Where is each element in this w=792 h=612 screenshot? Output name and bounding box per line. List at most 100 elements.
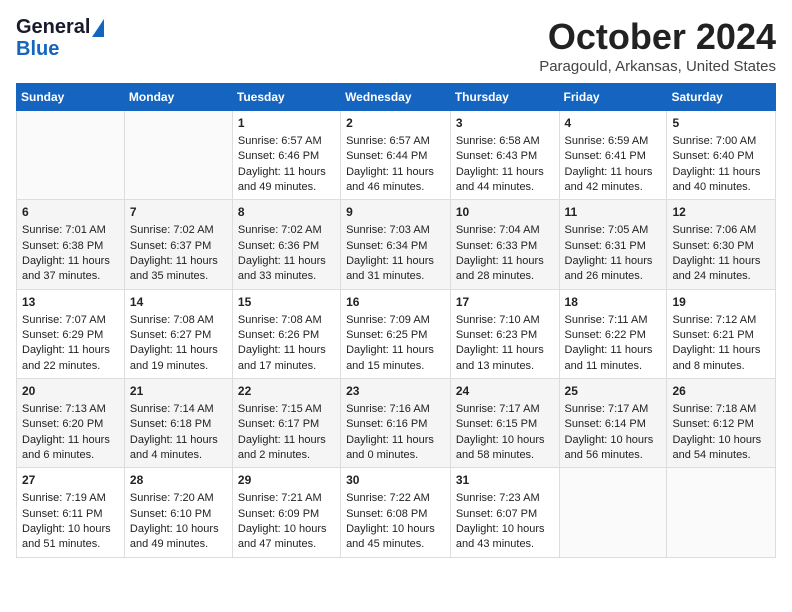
header-saturday: Saturday	[667, 84, 776, 111]
day-info: Sunset: 6:44 PM	[346, 149, 445, 164]
day-info: Sunrise: 7:11 AM	[565, 313, 662, 328]
day-info: Sunset: 6:30 PM	[672, 239, 770, 254]
day-number: 28	[130, 472, 227, 489]
calendar-cell: 18Sunrise: 7:11 AMSunset: 6:22 PMDayligh…	[559, 289, 667, 378]
day-info: Daylight: 11 hours and 49 minutes.	[238, 165, 335, 196]
day-info: Daylight: 11 hours and 37 minutes.	[22, 254, 119, 285]
calendar-cell: 13Sunrise: 7:07 AMSunset: 6:29 PMDayligh…	[17, 289, 125, 378]
calendar-week-row: 1Sunrise: 6:57 AMSunset: 6:46 PMDaylight…	[17, 111, 776, 200]
day-info: Sunrise: 7:05 AM	[565, 223, 662, 238]
day-info: Daylight: 10 hours and 49 minutes.	[130, 522, 227, 553]
calendar-cell: 14Sunrise: 7:08 AMSunset: 6:27 PMDayligh…	[124, 289, 232, 378]
day-info: Sunrise: 7:23 AM	[456, 491, 554, 506]
day-number: 26	[672, 383, 770, 400]
calendar-header-row: SundayMondayTuesdayWednesdayThursdayFrid…	[17, 84, 776, 111]
day-info: Sunset: 6:20 PM	[22, 417, 119, 432]
day-info: Sunrise: 6:58 AM	[456, 134, 554, 149]
day-info: Sunrise: 7:12 AM	[672, 313, 770, 328]
page-header: General Blue October 2024 Paragould, Ark…	[16, 16, 776, 75]
calendar-cell: 7Sunrise: 7:02 AMSunset: 6:37 PMDaylight…	[124, 200, 232, 289]
day-info: Daylight: 11 hours and 33 minutes.	[238, 254, 335, 285]
day-info: Daylight: 11 hours and 24 minutes.	[672, 254, 770, 285]
day-number: 23	[346, 383, 445, 400]
day-number: 8	[238, 204, 335, 221]
day-info: Sunset: 6:33 PM	[456, 239, 554, 254]
month-title: October 2024	[539, 16, 776, 58]
day-info: Sunset: 6:17 PM	[238, 417, 335, 432]
day-info: Daylight: 11 hours and 13 minutes.	[456, 343, 554, 374]
day-number: 2	[346, 115, 445, 132]
day-info: Daylight: 11 hours and 17 minutes.	[238, 343, 335, 374]
day-number: 30	[346, 472, 445, 489]
day-info: Daylight: 10 hours and 58 minutes.	[456, 433, 554, 464]
day-info: Sunrise: 7:21 AM	[238, 491, 335, 506]
calendar-cell: 31Sunrise: 7:23 AMSunset: 6:07 PMDayligh…	[450, 468, 559, 557]
calendar-cell: 2 Sunrise: 6:57 AMSunset: 6:44 PMDaylight…	[341, 111, 451, 200]
calendar-week-row: 6Sunrise: 7:01 AMSunset: 6:38 PMDaylight…	[17, 200, 776, 289]
day-number: 9	[346, 204, 445, 221]
calendar-cell: 28Sunrise: 7:20 AMSunset: 6:10 PMDayligh…	[124, 468, 232, 557]
day-info: Sunrise: 7:18 AM	[672, 402, 770, 417]
day-info: Sunset: 6:36 PM	[238, 239, 335, 254]
title-section: October 2024 Paragould, Arkansas, United…	[539, 16, 776, 75]
day-info: Sunset: 6:16 PM	[346, 417, 445, 432]
day-info: Sunrise: 7:10 AM	[456, 313, 554, 328]
day-info: Sunrise: 7:17 AM	[565, 402, 662, 417]
day-info: Daylight: 10 hours and 56 minutes.	[565, 433, 662, 464]
day-info: Daylight: 11 hours and 46 minutes.	[346, 165, 445, 196]
day-number: 10	[456, 204, 554, 221]
day-info: Sunrise: 7:03 AM	[346, 223, 445, 238]
calendar-cell: 4Sunrise: 6:59 AMSunset: 6:41 PMDaylight…	[559, 111, 667, 200]
day-info: Sunrise: 7:09 AM	[346, 313, 445, 328]
day-info: Sunset: 6:15 PM	[456, 417, 554, 432]
day-number: 19	[672, 294, 770, 311]
day-info: Sunset: 6:26 PM	[238, 328, 335, 343]
day-info: Daylight: 11 hours and 35 minutes.	[130, 254, 227, 285]
day-number: 7	[130, 204, 227, 221]
day-number: 27	[22, 472, 119, 489]
day-info: Daylight: 10 hours and 43 minutes.	[456, 522, 554, 553]
day-info: Sunrise: 7:00 AM	[672, 134, 770, 149]
calendar-table: SundayMondayTuesdayWednesdayThursdayFrid…	[16, 83, 776, 558]
day-info: Sunset: 6:08 PM	[346, 507, 445, 522]
day-info: Daylight: 11 hours and 42 minutes.	[565, 165, 662, 196]
day-info: Sunset: 6:12 PM	[672, 417, 770, 432]
calendar-cell: 15 Sunrise: 7:08 AMSunset: 6:26 PMDayligh…	[232, 289, 340, 378]
day-info: Sunset: 6:14 PM	[565, 417, 662, 432]
day-info: Daylight: 11 hours and 6 minutes.	[22, 433, 119, 464]
day-info: Sunrise: 7:17 AM	[456, 402, 554, 417]
day-number: 14	[130, 294, 227, 311]
day-info: Sunset: 6:37 PM	[130, 239, 227, 254]
day-info: Sunrise: 7:19 AM	[22, 491, 119, 506]
day-info: Sunset: 6:40 PM	[672, 149, 770, 164]
day-number: 3	[456, 115, 554, 132]
calendar-cell: 8Sunrise: 7:02 AMSunset: 6:36 PMDaylight…	[232, 200, 340, 289]
day-number: 31	[456, 472, 554, 489]
day-info: Sunrise: 6:59 AM	[565, 134, 662, 149]
day-info: Sunrise: 7:06 AM	[672, 223, 770, 238]
day-info: Daylight: 10 hours and 47 minutes.	[238, 522, 335, 553]
day-number: 22	[238, 383, 335, 400]
day-info: Sunrise: 6:57 AM	[346, 134, 445, 149]
day-info: Sunrise: 7:08 AM	[238, 313, 335, 328]
day-info: Sunset: 6:46 PM	[238, 149, 335, 164]
day-info: Sunset: 6:31 PM	[565, 239, 662, 254]
day-number: 15	[238, 294, 335, 311]
day-info: Daylight: 10 hours and 54 minutes.	[672, 433, 770, 464]
day-info: Sunrise: 7:08 AM	[130, 313, 227, 328]
calendar-cell: 17Sunrise: 7:10 AMSunset: 6:23 PMDayligh…	[450, 289, 559, 378]
header-friday: Friday	[559, 84, 667, 111]
calendar-cell: 23Sunrise: 7:16 AMSunset: 6:16 PMDayligh…	[341, 379, 451, 468]
day-number: 24	[456, 383, 554, 400]
calendar-cell: 19 Sunrise: 7:12 AMSunset: 6:21 PMDayligh…	[667, 289, 776, 378]
day-info: Sunrise: 7:22 AM	[346, 491, 445, 506]
logo-text-general: General	[16, 16, 104, 38]
calendar-cell	[17, 111, 125, 200]
day-info: Sunset: 6:21 PM	[672, 328, 770, 343]
day-info: Daylight: 11 hours and 8 minutes.	[672, 343, 770, 374]
day-info: Daylight: 11 hours and 26 minutes.	[565, 254, 662, 285]
logo: General Blue	[16, 16, 104, 60]
day-info: Sunset: 6:09 PM	[238, 507, 335, 522]
day-info: Daylight: 10 hours and 45 minutes.	[346, 522, 445, 553]
day-info: Sunrise: 7:07 AM	[22, 313, 119, 328]
